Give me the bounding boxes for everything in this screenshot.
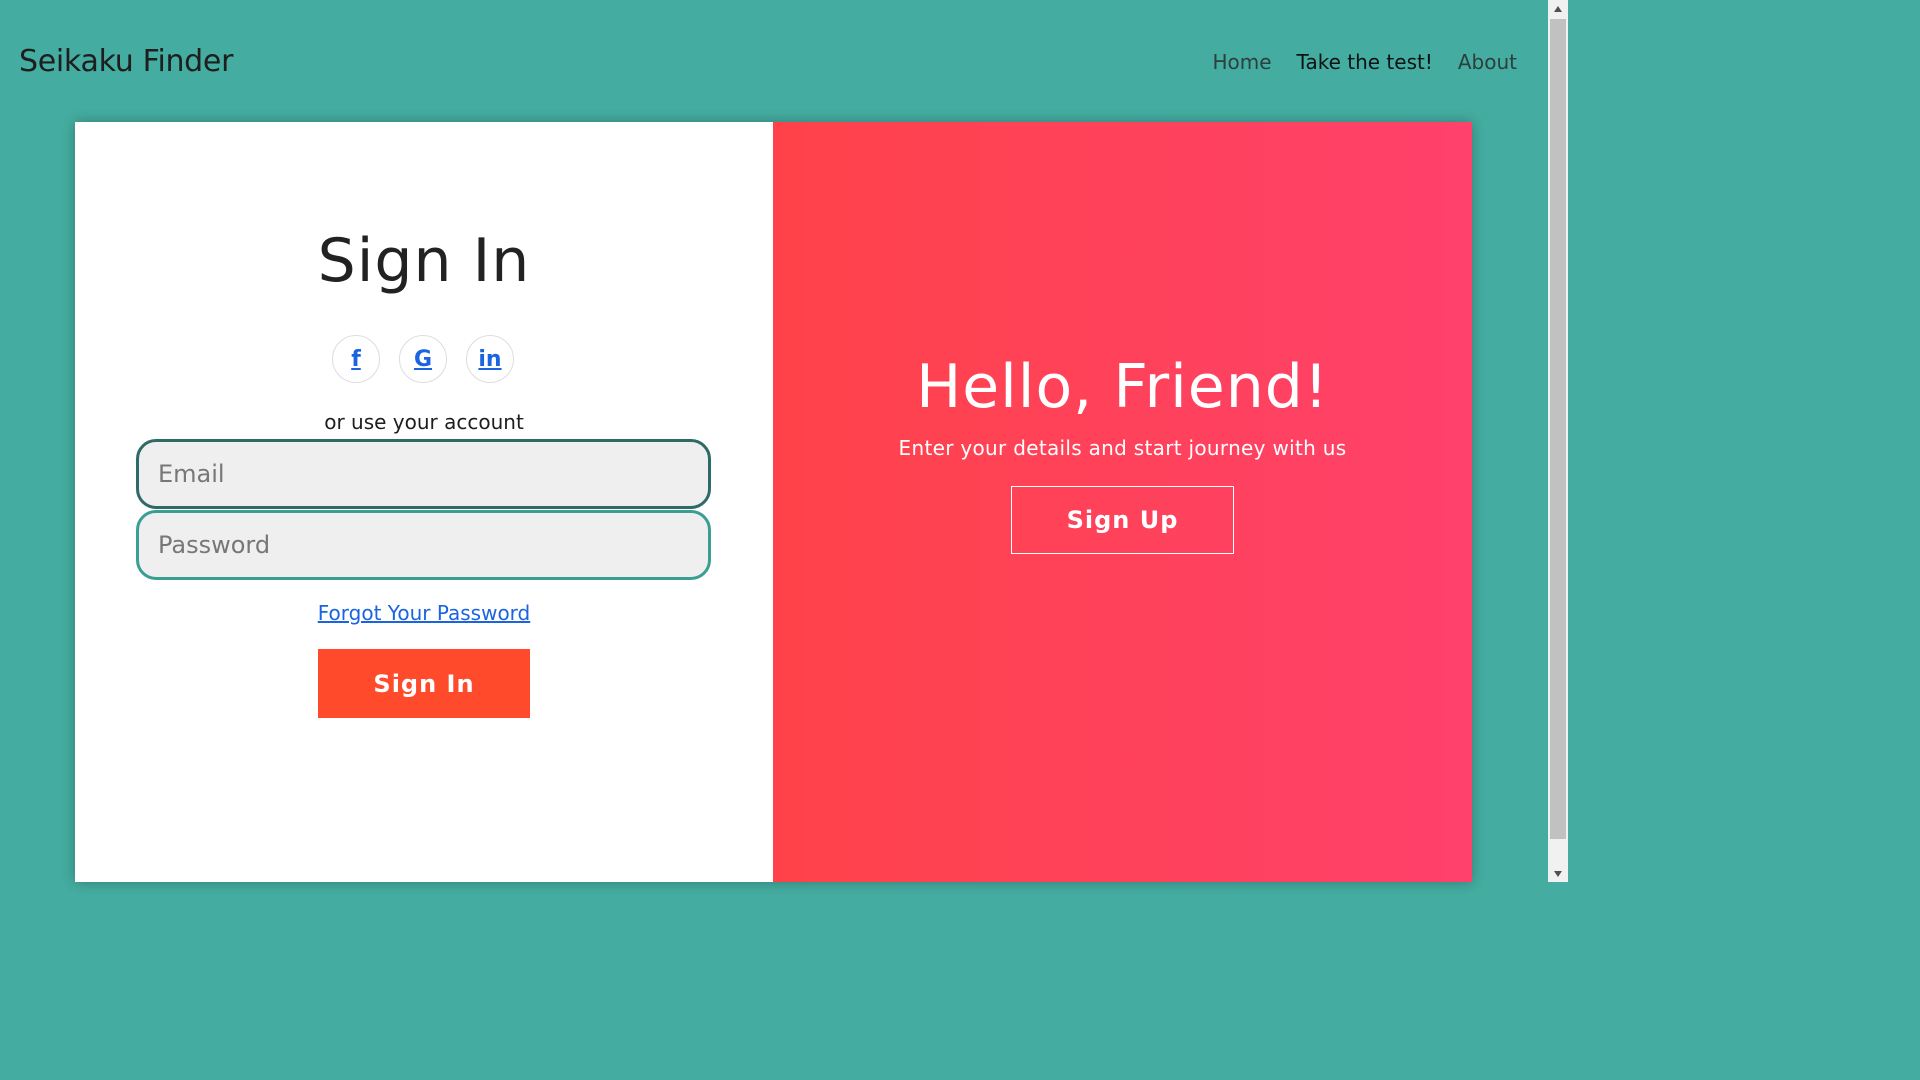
scroll-down-icon[interactable] [1548,865,1568,882]
forgot-password-link[interactable]: Forgot Your Password [75,601,773,625]
or-use-account-text: or use your account [324,410,524,434]
navbar: Seikaku Finder Home Take the test! About [0,0,1548,123]
overlay-panel: Hello, Friend! Enter your details and st… [773,122,1472,882]
linkedin-icon[interactable]: in [466,335,514,383]
brand-title[interactable]: Seikaku Finder [19,44,233,79]
auth-container: Sign In f G in or use your account Forgo… [75,122,1472,882]
scrollbar-thumb[interactable] [1550,19,1566,839]
sign-in-title: Sign In [317,226,531,296]
email-field[interactable] [136,439,711,509]
sign-in-button[interactable]: Sign In [318,649,530,718]
hello-subtitle: Enter your details and start journey wit… [898,436,1347,460]
facebook-icon[interactable]: f [332,335,380,383]
sign-up-button[interactable]: Sign Up [1011,486,1234,554]
scroll-up-icon[interactable] [1548,0,1568,17]
hello-title: Hello, Friend! [916,352,1329,422]
google-icon[interactable]: G [399,335,447,383]
password-field[interactable] [136,510,711,580]
nav-link-about[interactable]: About [1458,50,1517,74]
vertical-scrollbar[interactable] [1548,0,1568,882]
nav-link-take-test[interactable]: Take the test! [1297,50,1433,74]
nav-link-home[interactable]: Home [1212,50,1271,74]
social-buttons: f G in [332,335,514,383]
nav-links: Home Take the test! About [1212,50,1517,74]
sign-in-panel: Sign In f G in or use your account Forgo… [75,122,773,882]
